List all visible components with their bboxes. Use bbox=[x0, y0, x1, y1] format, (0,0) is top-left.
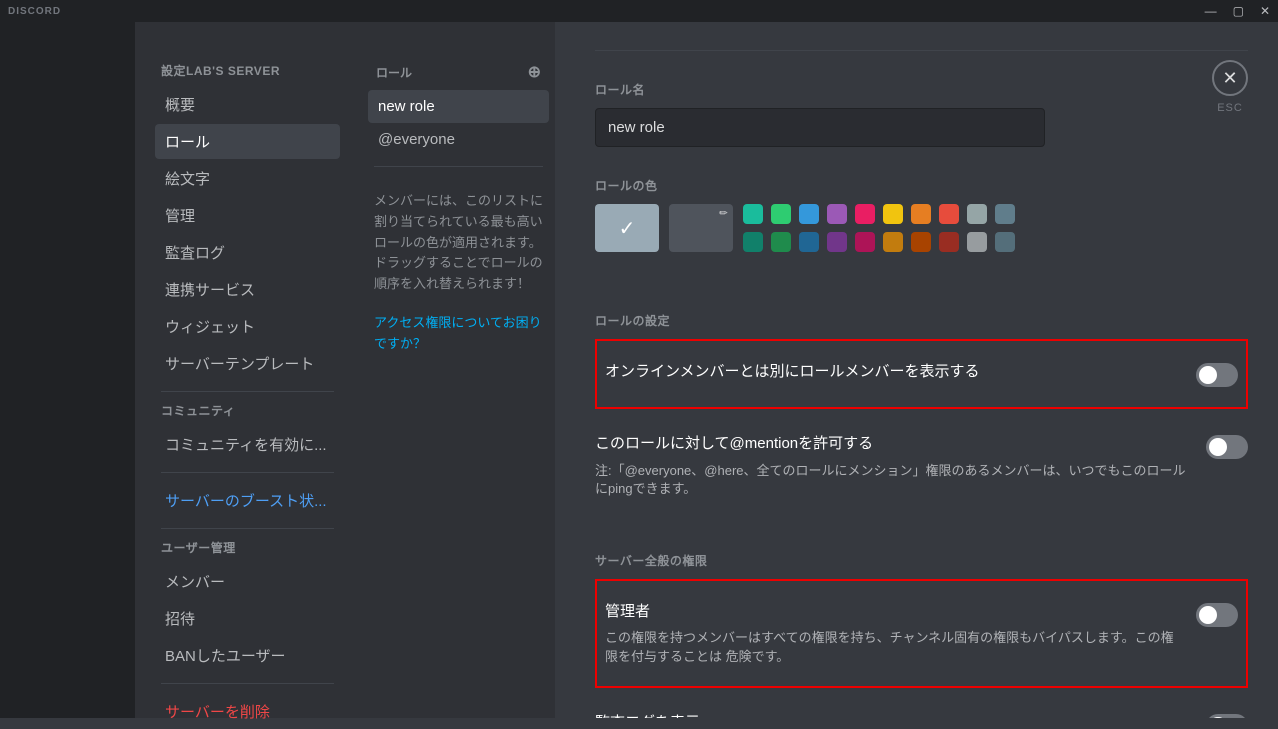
color-grid bbox=[743, 204, 1015, 252]
settings-sidebar: 設定LAB'S SERVER 概要 ロール 絵文字 管理 監査ログ 連携サービス… bbox=[135, 22, 350, 718]
maximize-icon[interactable]: ▢ bbox=[1233, 4, 1244, 18]
color-swatch[interactable] bbox=[827, 204, 847, 224]
color-swatch[interactable] bbox=[855, 232, 875, 252]
color-swatch[interactable] bbox=[967, 204, 987, 224]
highlight-display-separately: オンラインメンバーとは別にロールメンバーを表示する bbox=[595, 339, 1248, 409]
color-swatch[interactable] bbox=[743, 204, 763, 224]
perm-allow-mention-toggle[interactable] bbox=[1206, 435, 1248, 459]
sidebar-item-invites[interactable]: 招待 bbox=[155, 601, 340, 636]
color-default-swatch[interactable]: ✓ bbox=[595, 204, 659, 252]
eyedropper-icon: ✎ bbox=[717, 207, 731, 221]
perm-audit-log-toggle[interactable] bbox=[1206, 714, 1248, 718]
sidebar-community-header: コミュニティ bbox=[155, 402, 340, 419]
close-settings: ✕ ESC bbox=[1212, 60, 1248, 114]
role-color-label: ロールの色 bbox=[595, 177, 1248, 194]
permissions-help-link[interactable]: アクセス権限についてお困りですか？ bbox=[368, 313, 549, 355]
perm-allow-mention-title: このロールに対して@mentionを許可する bbox=[595, 433, 1186, 456]
close-window-icon[interactable]: ✕ bbox=[1260, 4, 1270, 18]
color-swatch[interactable] bbox=[799, 232, 819, 252]
app-brand: DISCORD bbox=[8, 6, 61, 17]
sidebar-server-header: 設定LAB'S SERVER bbox=[155, 62, 340, 79]
color-swatch[interactable] bbox=[883, 204, 903, 224]
color-swatch[interactable] bbox=[939, 204, 959, 224]
sidebar-item-moderation[interactable]: 管理 bbox=[155, 198, 340, 233]
perm-administrator-title: 管理者 bbox=[605, 601, 1176, 624]
check-icon: ✓ bbox=[619, 216, 636, 241]
color-swatch[interactable] bbox=[967, 232, 987, 252]
sidebar-item-bans[interactable]: BANしたユーザー bbox=[155, 638, 340, 673]
sidebar-item-emoji[interactable]: 絵文字 bbox=[155, 161, 340, 196]
role-list-note: メンバーには、このリストに割り当てられている最も高いロールの色が適用されます。ド… bbox=[368, 177, 549, 295]
role-settings-label: ロールの設定 bbox=[595, 312, 1248, 329]
perm-display-separately-toggle[interactable] bbox=[1196, 363, 1238, 387]
sidebar-user-header: ユーザー管理 bbox=[155, 539, 340, 556]
color-swatch[interactable] bbox=[995, 232, 1015, 252]
add-role-icon[interactable]: ⊕ bbox=[528, 62, 541, 82]
sidebar-item-community-enable[interactable]: コミュニティを有効に... bbox=[155, 427, 340, 462]
color-swatch[interactable] bbox=[911, 232, 931, 252]
color-swatch[interactable] bbox=[771, 204, 791, 224]
general-permissions-label: サーバー全般の権限 bbox=[595, 552, 1248, 569]
sidebar-item-boost[interactable]: サーバーのブースト状... bbox=[155, 483, 340, 518]
server-rail bbox=[0, 22, 135, 718]
role-editor: ロール名 ロールの色 ✓ ✎ ロールの設定 オンラインメンバーとは別にロールメン… bbox=[555, 22, 1278, 718]
color-swatch[interactable] bbox=[939, 232, 959, 252]
sidebar-item-delete-server[interactable]: サーバーを削除 bbox=[155, 694, 340, 729]
color-swatch[interactable] bbox=[771, 232, 791, 252]
role-list-panel: ロール ⊕ new role @everyone メンバーには、このリストに割り… bbox=[350, 22, 555, 718]
sidebar-item-audit-log[interactable]: 監査ログ bbox=[155, 235, 340, 270]
sidebar-item-template[interactable]: サーバーテンプレート bbox=[155, 346, 340, 381]
role-name-label: ロール名 bbox=[595, 81, 1248, 98]
perm-administrator-toggle[interactable] bbox=[1196, 603, 1238, 627]
highlight-administrator: 管理者 この権限を持つメンバーはすべての権限を持ち、チャンネル固有の権限もバイパ… bbox=[595, 579, 1248, 688]
sidebar-item-members[interactable]: メンバー bbox=[155, 564, 340, 599]
close-settings-button[interactable]: ✕ bbox=[1212, 60, 1248, 96]
close-settings-label: ESC bbox=[1212, 102, 1248, 114]
color-swatch[interactable] bbox=[743, 232, 763, 252]
sidebar-item-widget[interactable]: ウィジェット bbox=[155, 309, 340, 344]
perm-display-separately-title: オンラインメンバーとは別にロールメンバーを表示する bbox=[605, 361, 1176, 384]
color-swatch[interactable] bbox=[827, 232, 847, 252]
color-swatch[interactable] bbox=[799, 204, 819, 224]
color-swatch[interactable] bbox=[995, 204, 1015, 224]
perm-administrator-desc: この権限を持つメンバーはすべての権限を持ち、チャンネル固有の権限もバイパスします… bbox=[605, 629, 1176, 665]
role-item-everyone[interactable]: @everyone bbox=[368, 123, 549, 156]
sidebar-item-overview[interactable]: 概要 bbox=[155, 87, 340, 122]
role-list-header: ロール bbox=[376, 64, 412, 81]
sidebar-item-roles[interactable]: ロール bbox=[155, 124, 340, 159]
role-item-new-role[interactable]: new role bbox=[368, 90, 549, 123]
color-swatch[interactable] bbox=[883, 232, 903, 252]
minimize-icon[interactable]: ― bbox=[1205, 4, 1217, 18]
sidebar-item-integrations[interactable]: 連携サービス bbox=[155, 272, 340, 307]
role-name-input[interactable] bbox=[595, 108, 1045, 147]
title-bar: DISCORD ― ▢ ✕ bbox=[0, 0, 1278, 22]
perm-allow-mention-desc: 注:「@everyone、@here、全てのロールにメンション」権限のあるメンバ… bbox=[595, 462, 1186, 498]
color-custom-swatch[interactable]: ✎ bbox=[669, 204, 733, 252]
perm-audit-log-title: 監査ログを表示 bbox=[595, 712, 1186, 718]
color-swatch[interactable] bbox=[911, 204, 931, 224]
color-swatch[interactable] bbox=[855, 204, 875, 224]
